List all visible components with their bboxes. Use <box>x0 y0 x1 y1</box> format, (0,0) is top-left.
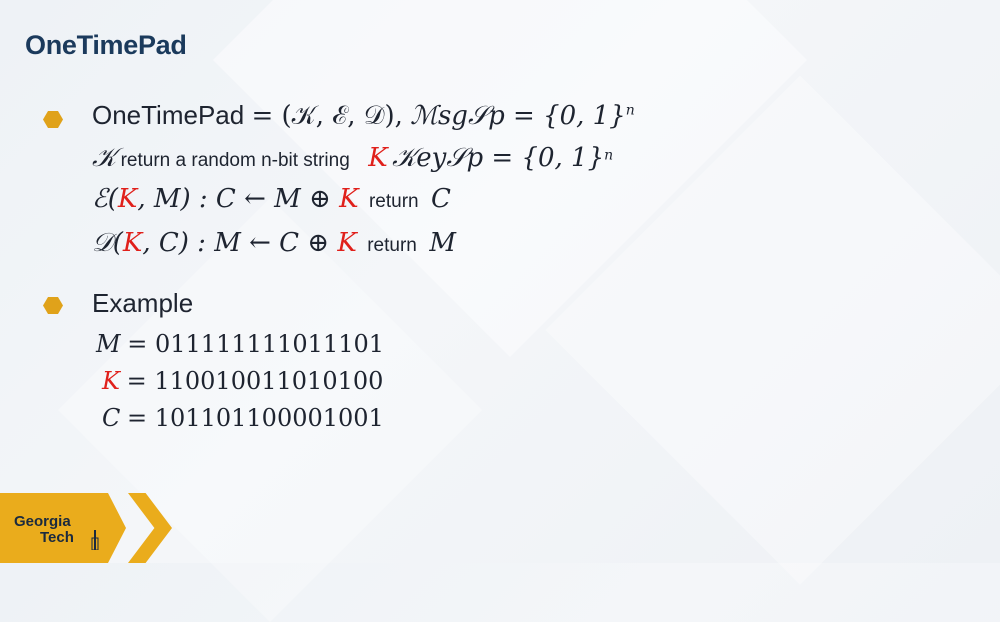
bullet-icon <box>43 297 63 314</box>
example-c-row: C = 101101100001001 <box>102 404 384 433</box>
exponent: n <box>625 102 635 119</box>
keygen-text: return a random n-bit string <box>120 150 350 171</box>
keygen-line: 𝒦 return a random n-bit string K 𝒦ey𝒮p =… <box>92 143 613 174</box>
example-k-row: K = 110010011010100 <box>102 367 383 396</box>
m-symbol: M <box>96 330 121 358</box>
key-symbol: K <box>337 228 357 258</box>
decrypt-line: 𝒟(K, C) : M ← C ⊕ K return M <box>92 228 456 259</box>
decrypt-lhs: 𝒟( <box>92 228 123 258</box>
encrypt-line: ℰ(K, M) : C ← M ⊕ K return C <box>92 184 451 214</box>
otp-tuple: = (𝒦, ℰ, 𝒟), <box>251 101 403 131</box>
c-value: = 101101100001001 <box>127 404 384 432</box>
message-space: ℳsg𝒮p = {0, 1} <box>410 101 626 131</box>
decrypt-expr: , C) : M ← C ⊕ <box>142 228 338 258</box>
decrypt-output: M <box>429 228 456 258</box>
m-value: = 011111111011101 <box>127 330 385 358</box>
example-m-row: M = 011111111011101 <box>96 330 384 359</box>
slide-title: OneTimePad <box>25 30 187 60</box>
key-space: 𝒦ey𝒮p = {0, 1} <box>392 143 605 173</box>
otp-definition-line: OneTimePad = (𝒦, ℰ, 𝒟), ℳsg𝒮p = {0, 1}n <box>92 100 635 132</box>
key-symbol: K <box>368 143 388 173</box>
exponent: n <box>604 147 614 164</box>
example-text: Example <box>92 288 194 318</box>
return-text: return <box>368 191 419 212</box>
logo-line1: Georgia <box>14 513 71 530</box>
otp-label: OneTimePad <box>92 100 245 130</box>
logo-chevron <box>86 493 126 563</box>
key-symbol: K <box>122 228 143 258</box>
return-text: return <box>367 235 417 256</box>
logo-line2: Tech <box>40 529 74 546</box>
key-symbol: K <box>339 184 359 214</box>
encrypt-expr: , M) : C ← M ⊕ <box>137 184 340 214</box>
encrypt-lhs: ℰ( <box>92 184 118 214</box>
example-label: Example <box>92 288 193 319</box>
tower-icon <box>91 530 99 550</box>
georgia-tech-logo: Georgia Tech <box>14 514 74 546</box>
bullet-icon <box>43 111 63 128</box>
keygen-symbol: 𝒦 <box>92 143 117 173</box>
k-value: = 110010011010100 <box>126 367 384 395</box>
k-symbol: K <box>102 367 120 395</box>
encrypt-output: C <box>431 184 451 214</box>
c-symbol: C <box>102 404 121 432</box>
key-symbol: K <box>117 184 138 214</box>
